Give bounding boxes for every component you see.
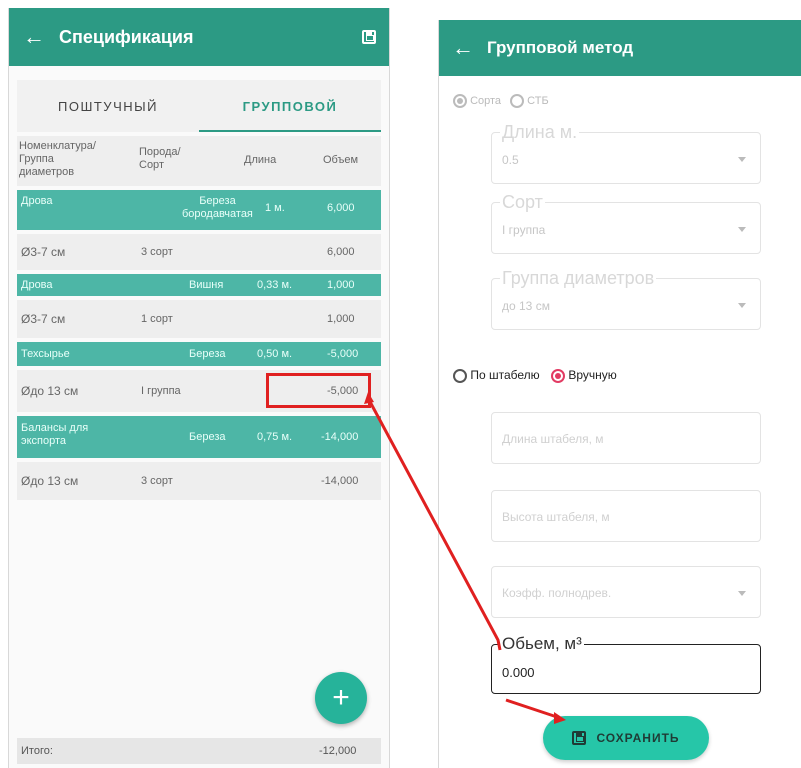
row-length: 0,33 м. (257, 279, 293, 291)
row-volume: 1,000 (327, 279, 355, 291)
row-diameter: Øдо 13 см (21, 384, 79, 398)
table-row[interactable]: Øдо 13 см 3 сорт -14,000 (17, 462, 381, 500)
row-volume: 1,000 (327, 313, 355, 325)
row-length: 1 м. (265, 202, 285, 214)
row-volume: -5,000 (327, 348, 359, 360)
radio-manual-label: Вручную (568, 368, 617, 382)
table-header: Номенклатура/ Группа диаметров Порода/ С… (17, 136, 381, 186)
tab-piece[interactable]: ПОШТУЧНЫЙ (17, 80, 199, 132)
row-volume: 6,000 (327, 202, 355, 214)
grade-value: I группа (502, 223, 546, 237)
radio-stb-label: СТБ (527, 94, 549, 107)
dropdown-arrow-icon (738, 227, 746, 232)
row-grade: 3 сорт (141, 475, 173, 487)
length-select[interactable]: Длина м. 0.5 (491, 122, 761, 184)
dropdown-arrow-icon (738, 157, 746, 162)
row-breed: Вишня (189, 279, 224, 291)
coefficient-select[interactable]: Коэфф. полнодрев. (491, 566, 761, 618)
mode-radio-group: По штабелю Вручную (453, 368, 617, 383)
diameter-value: до 13 см (502, 299, 550, 313)
stack-length-placeholder: Длина штабеля, м (502, 432, 604, 446)
diameter-label: Группа диаметров (500, 268, 657, 289)
stack-height-placeholder: Высота штабеля, м (502, 510, 610, 524)
row-diameter: Ø3-7 см (21, 312, 66, 326)
row-grade: 3 сорт (141, 246, 173, 258)
stack-length-input[interactable]: Длина штабеля, м (491, 412, 761, 464)
tab-bar: ПОШТУЧНЫЙ ГРУППОВОЙ (17, 80, 381, 132)
row-name: Дрова (21, 195, 53, 207)
tab-group[interactable]: ГРУППОВОЙ (199, 80, 381, 132)
page-title: Групповой метод (487, 38, 634, 57)
stack-height-input[interactable]: Высота штабеля, м (491, 490, 761, 542)
radio-sort-label: Сорта (470, 94, 502, 107)
table-row[interactable]: Ø3-7 см 3 сорт 6,000 (17, 234, 381, 270)
save-button[interactable]: СОХРАНИТЬ (543, 716, 709, 760)
back-arrow-icon[interactable]: ← (9, 24, 59, 50)
table-row[interactable]: Дрова Береза бородавчатая 1 м. 6,000 (17, 190, 381, 230)
row-breed: Береза бородавчатая (182, 195, 253, 220)
table-row[interactable]: Техсырье Береза 0,50 м. -5,000 (17, 342, 381, 366)
save-icon[interactable] (349, 8, 389, 66)
length-value: 0.5 (502, 153, 519, 167)
table-row[interactable]: Ø3-7 см 1 сорт 1,000 (17, 300, 381, 338)
grade-label: Сорт (500, 192, 545, 213)
column-breed: Порода/ Сорт (139, 146, 181, 171)
row-grade: I группа (141, 385, 181, 397)
row-name: Техсырье (21, 348, 70, 360)
column-length: Длина (244, 154, 277, 166)
save-icon (572, 731, 587, 745)
row-grade: 1 сорт (141, 313, 173, 325)
row-name: Балансы для экспорта (21, 422, 89, 447)
add-button[interactable]: + (315, 672, 367, 724)
radio-sort[interactable] (453, 94, 467, 108)
volume-value: 0.000 (502, 665, 535, 680)
radio-manual[interactable] (551, 368, 565, 383)
back-arrow-icon[interactable]: ← (439, 35, 487, 61)
screen: ← Спецификация ПОШТУЧНЫЙ ГРУППОВОЙ Номен… (0, 0, 801, 768)
row-volume: -14,000 (321, 431, 359, 443)
radio-stb[interactable] (510, 94, 525, 108)
row-name: Дрова (21, 279, 53, 291)
radio-by-stack-label: По штабелю (470, 368, 540, 382)
total-bar: Итого: -12,000 (17, 738, 381, 764)
dropdown-arrow-icon (738, 591, 746, 596)
dropdown-arrow-icon (738, 303, 746, 308)
volume-input[interactable]: Обьем, м³ 0.000 (491, 634, 761, 694)
group-method-screen: ← Групповой метод Сорта СТБ Длина м. 0.5… (438, 20, 801, 768)
table-row[interactable]: Дрова Вишня 0,33 м. 1,000 (17, 274, 381, 296)
diameter-select[interactable]: Группа диаметров до 13 см (491, 268, 761, 330)
row-volume: -14,000 (321, 475, 359, 487)
row-length: 0,50 м. (257, 348, 293, 360)
page-title: Спецификация (59, 26, 194, 47)
highlight-box (266, 373, 371, 408)
row-breed: Береза (189, 348, 226, 360)
radio-by-stack[interactable] (453, 368, 467, 383)
type-radio-group: Сорта СТБ (453, 94, 549, 108)
coefficient-placeholder: Коэфф. полнодрев. (502, 586, 612, 600)
save-label: СОХРАНИТЬ (596, 731, 680, 745)
row-diameter: Ø3-7 см (21, 245, 66, 259)
column-volume: Объем (323, 154, 359, 166)
volume-label: Обьем, м³ (500, 634, 584, 654)
column-nomenclature: Номенклатура/ Группа диаметров (19, 140, 96, 178)
app-bar: ← Спецификация (9, 8, 389, 66)
row-length: 0,75 м. (257, 431, 293, 443)
length-label: Длина м. (500, 122, 580, 143)
total-label: Итого: (21, 745, 53, 757)
row-diameter: Øдо 13 см (21, 474, 79, 488)
row-volume: 6,000 (327, 246, 355, 258)
app-bar: ← Групповой метод (439, 20, 801, 76)
total-value: -12,000 (319, 745, 357, 757)
table-row[interactable]: Балансы для экспорта Береза 0,75 м. -14,… (17, 416, 381, 458)
row-breed: Береза (189, 431, 226, 443)
grade-select[interactable]: Сорт I группа (491, 192, 761, 254)
